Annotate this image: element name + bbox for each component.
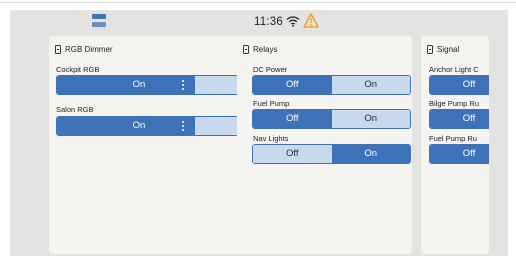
on-button[interactable]: On [331, 110, 410, 128]
status-bar: 11:36 [10, 10, 508, 34]
on-button[interactable]: On [331, 145, 410, 163]
panel-header: Signal [427, 42, 459, 56]
off-button[interactable]: Off [430, 110, 489, 128]
relay-label-nav-lights: Nav Lights [253, 134, 289, 143]
battery-icon [55, 44, 61, 54]
off-button[interactable]: Off [253, 76, 332, 94]
signal-label-anchor: Anchor Light C [429, 65, 479, 74]
on-button[interactable]: On [331, 76, 410, 94]
dimmer-state: On [132, 79, 146, 90]
dimmer-state: On [132, 120, 146, 131]
clock-time: 11:36 [254, 16, 283, 28]
wifi-icon [286, 16, 300, 27]
salon-rgb-dimmer[interactable]: On [56, 116, 242, 136]
panel-header: Relays [243, 42, 277, 56]
panel-title: Relays [253, 44, 278, 54]
off-button[interactable]: Off [253, 110, 332, 128]
relay-label-dc-power: DC Power [253, 65, 288, 74]
top-divider [0, 2, 516, 3]
off-button[interactable]: Off [253, 145, 332, 163]
nav-lights-toggle: Off On [252, 144, 411, 164]
panel-header: RGB Dimmer [55, 42, 113, 56]
signal-label-bilge: Bilge Pump Ru [429, 99, 480, 108]
menu-icon[interactable] [92, 14, 106, 27]
dc-power-toggle: Off On [252, 75, 411, 95]
battery-icon [243, 44, 249, 54]
warning-icon[interactable] [303, 13, 319, 28]
drag-handle-icon[interactable] [182, 80, 184, 90]
off-button[interactable]: Off [430, 145, 489, 163]
panel-title: Signal [437, 44, 460, 54]
drag-handle-icon[interactable] [182, 121, 184, 131]
dimmer-label-cockpit: Cockpit RGB [56, 65, 100, 74]
dimmer-label-salon: Salon RGB [56, 105, 94, 114]
fuel-pump-signal-toggle: Off [429, 144, 489, 164]
anchor-light-toggle: Off [429, 75, 489, 95]
relays-panel: Relays DC Power Off On Fuel Pump Off On … [237, 36, 412, 254]
app-frame: 11:36 RGB Dimmer Cockpit RGB On Salon RG… [10, 10, 508, 256]
fuel-pump-toggle: Off On [252, 109, 411, 129]
off-button[interactable]: Off [430, 76, 489, 94]
signal-panel: Signal Anchor Light C Off Bilge Pump Ru … [421, 36, 489, 254]
cockpit-rgb-dimmer[interactable]: On [56, 75, 242, 95]
bilge-pump-toggle: Off [429, 109, 489, 129]
panel-title: RGB Dimmer [65, 44, 113, 54]
rgb-dimmer-panel: RGB Dimmer Cockpit RGB On Salon RGB On [49, 36, 242, 254]
relay-label-fuel-pump: Fuel Pump [253, 99, 290, 108]
battery-icon [427, 44, 433, 54]
signal-label-fuel: Fuel Pump Ru [429, 134, 477, 143]
